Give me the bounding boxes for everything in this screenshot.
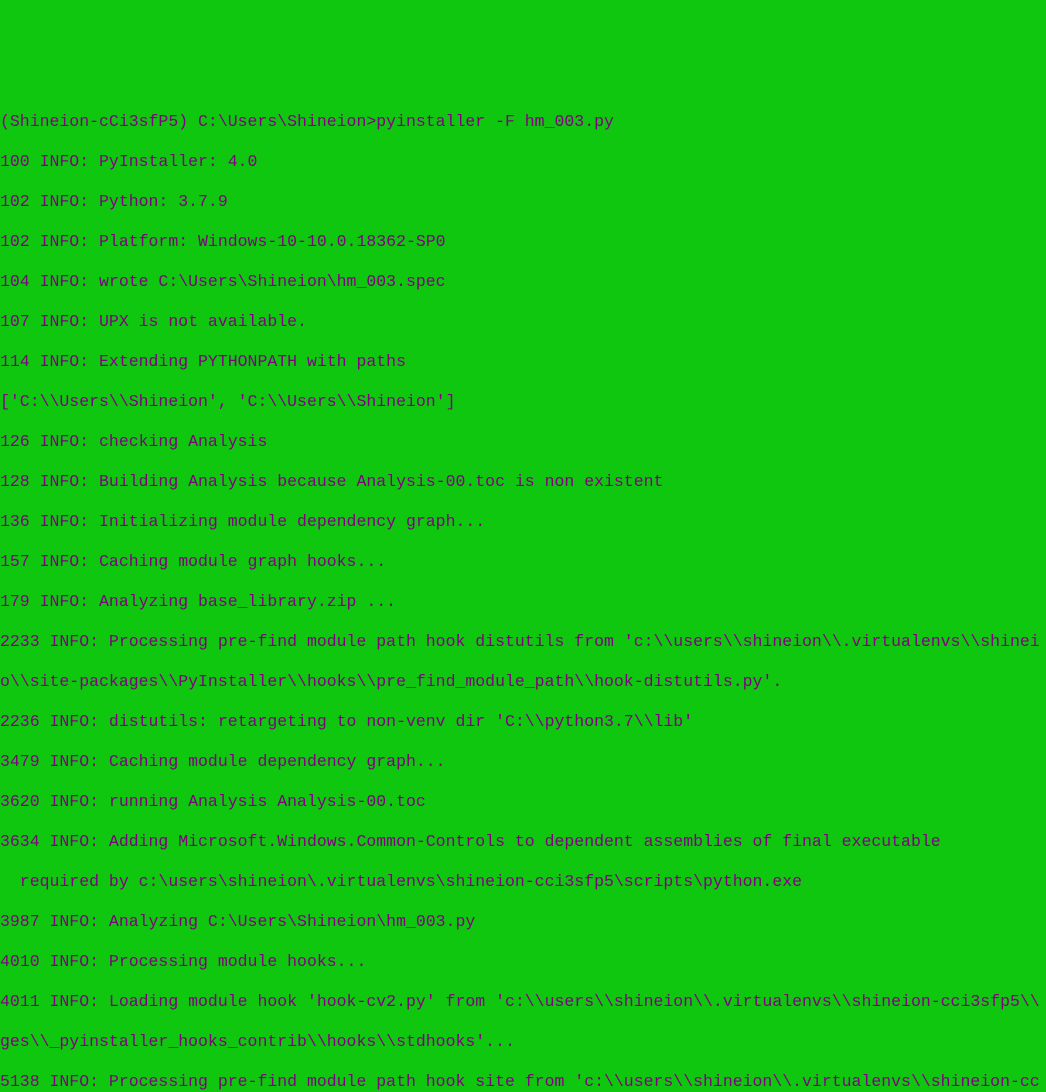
terminal-line: 179 INFO: Analyzing base_library.zip ... [0, 592, 1046, 612]
terminal-line: 2236 INFO: distutils: retargeting to non… [0, 712, 1046, 732]
terminal-line: ges\\_pyinstaller_hooks_contrib\\hooks\\… [0, 1032, 1046, 1052]
terminal-line: 3479 INFO: Caching module dependency gra… [0, 752, 1046, 772]
terminal-line: 5138 INFO: Processing pre-find module pa… [0, 1072, 1046, 1092]
terminal-line: required by c:\users\shineion\.virtualen… [0, 872, 1046, 892]
terminal-line: 114 INFO: Extending PYTHONPATH with path… [0, 352, 1046, 372]
terminal-line: 128 INFO: Building Analysis because Anal… [0, 472, 1046, 492]
terminal-line: 126 INFO: checking Analysis [0, 432, 1046, 452]
terminal-line: 136 INFO: Initializing module dependency… [0, 512, 1046, 532]
terminal-line: 157 INFO: Caching module graph hooks... [0, 552, 1046, 572]
terminal-line: 2233 INFO: Processing pre-find module pa… [0, 632, 1046, 652]
terminal-line: 4010 INFO: Processing module hooks... [0, 952, 1046, 972]
terminal-line: 3634 INFO: Adding Microsoft.Windows.Comm… [0, 832, 1046, 852]
terminal-line: o\\site-packages\\PyInstaller\\hooks\\pr… [0, 672, 1046, 692]
terminal-line: 100 INFO: PyInstaller: 4.0 [0, 152, 1046, 172]
terminal-line: 102 INFO: Platform: Windows-10-10.0.1836… [0, 232, 1046, 252]
terminal-line: 3620 INFO: running Analysis Analysis-00.… [0, 792, 1046, 812]
terminal-line: 3987 INFO: Analyzing C:\Users\Shineion\h… [0, 912, 1046, 932]
terminal-line: ['C:\\Users\\Shineion', 'C:\\Users\\Shin… [0, 392, 1046, 412]
terminal-line: 4011 INFO: Loading module hook 'hook-cv2… [0, 992, 1046, 1012]
terminal-line: 104 INFO: wrote C:\Users\Shineion\hm_003… [0, 272, 1046, 292]
terminal-output: (Shineion-cCi3sfP5) C:\Users\Shineion>py… [0, 80, 1046, 1092]
terminal-line: 102 INFO: Python: 3.7.9 [0, 192, 1046, 212]
terminal-line: 107 INFO: UPX is not available. [0, 312, 1046, 332]
terminal-line: (Shineion-cCi3sfP5) C:\Users\Shineion>py… [0, 112, 1046, 132]
